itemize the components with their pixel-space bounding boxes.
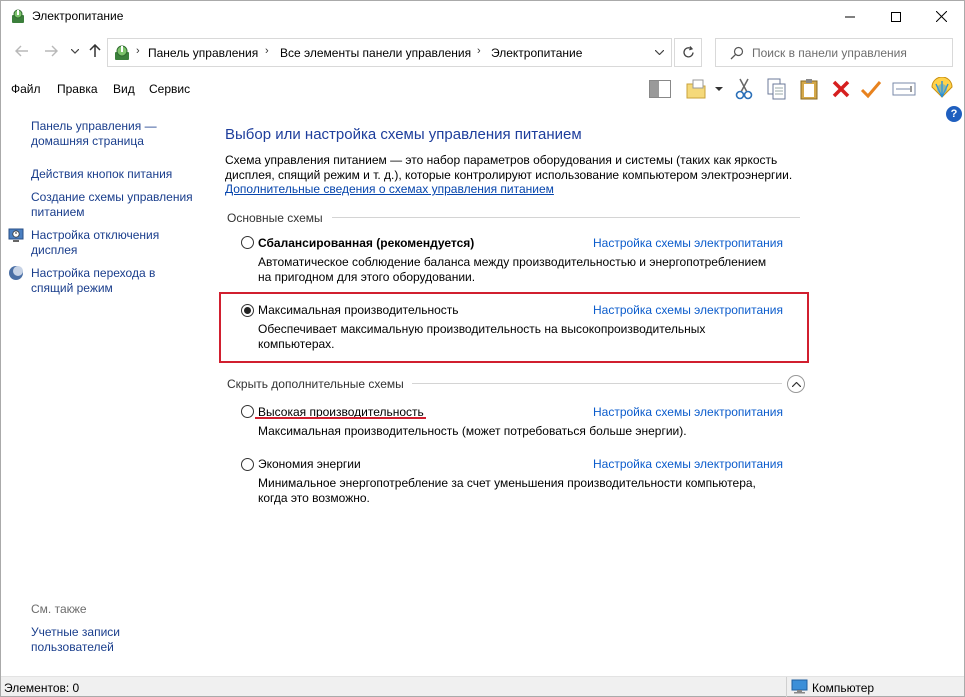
- plan-radio-high[interactable]: [241, 405, 254, 418]
- arrow-up-icon: [89, 44, 101, 57]
- breadcrumb-separator[interactable]: ›: [477, 45, 481, 57]
- configure-plan-link-high[interactable]: Настройка схемы электропитания: [593, 405, 783, 419]
- recent-locations-button[interactable]: [65, 41, 85, 61]
- copy-icon: [767, 78, 786, 100]
- chevron-down-icon: [715, 86, 723, 91]
- refresh-icon: [682, 46, 694, 58]
- shell-icon: [931, 77, 953, 98]
- forward-button[interactable]: [41, 41, 61, 61]
- group-divider: [332, 217, 800, 218]
- close-button[interactable]: [918, 1, 964, 32]
- minimize-button[interactable]: [827, 1, 873, 32]
- plan-radio-ultimate[interactable]: [241, 304, 254, 317]
- maximize-button[interactable]: [873, 1, 919, 32]
- window-title: Электропитание: [32, 9, 124, 23]
- plan-radio-power-saver[interactable]: [241, 458, 254, 471]
- display-timeout-icon: [8, 228, 24, 242]
- control-panel-icon: [115, 45, 129, 60]
- sidebar-item-display-off[interactable]: Настройка отключения дисплея: [31, 228, 196, 258]
- power-options-icon: [12, 9, 24, 23]
- breadcrumb-power-options[interactable]: Электропитание: [491, 46, 582, 60]
- menu-tools[interactable]: Сервис: [149, 82, 190, 96]
- plan-radio-balanced[interactable]: [241, 236, 254, 249]
- menu-view[interactable]: Вид: [113, 82, 135, 96]
- group-heading-main: Основные схемы: [227, 211, 323, 225]
- breadcrumb-separator[interactable]: ›: [265, 45, 269, 57]
- properties-button[interactable]: [859, 77, 883, 101]
- plan-name-power-saver[interactable]: Экономия энергии: [258, 457, 361, 471]
- sidebar-item-sleep[interactable]: Настройка перехода в спящий режим: [31, 266, 196, 296]
- menu-edit[interactable]: Правка: [57, 82, 98, 96]
- new-folder-button[interactable]: [684, 77, 708, 101]
- sidebar-home-link[interactable]: Панель управления — домашняя страница: [31, 119, 201, 149]
- preview-pane-button[interactable]: [648, 77, 672, 101]
- paste-button[interactable]: [797, 77, 821, 101]
- breadcrumb-separator: ›: [136, 45, 140, 57]
- rename-button[interactable]: [892, 77, 916, 101]
- more-info-link[interactable]: Дополнительные сведения о схемах управле…: [225, 182, 554, 196]
- breadcrumb-control-panel[interactable]: Панель управления: [148, 46, 258, 60]
- group-divider: [412, 383, 782, 384]
- items-count: Элементов: 0: [4, 681, 80, 695]
- address-dropdown-button[interactable]: [646, 38, 672, 67]
- computer-label: Компьютер: [812, 681, 875, 695]
- plan-desc-high: Максимальная производительность (может п…: [258, 424, 687, 438]
- maximize-icon: [891, 11, 901, 22]
- arrow-right-icon: [45, 45, 58, 57]
- search-icon: [730, 46, 744, 60]
- layout-icon: [649, 80, 671, 98]
- plan-name-balanced[interactable]: Сбалансированная (рекомендуется): [258, 236, 474, 250]
- status-bar: Элементов: 0 Компьютер: [1, 676, 964, 697]
- see-also-heading: См. также: [31, 602, 87, 616]
- plan-desc-balanced: Автоматическое соблюдение баланса между …: [258, 255, 767, 284]
- configure-plan-link-ultimate[interactable]: Настройка схемы электропитания: [593, 303, 783, 317]
- refresh-button[interactable]: [674, 38, 702, 67]
- search-input[interactable]: [752, 44, 947, 62]
- cut-button[interactable]: [732, 77, 756, 101]
- collapse-button[interactable]: [787, 375, 805, 393]
- page-title: Выбор или настройка схемы управления пит…: [225, 126, 582, 143]
- up-button[interactable]: [85, 41, 105, 61]
- menu-file[interactable]: Файл: [11, 82, 41, 96]
- delete-x-icon: [832, 80, 850, 98]
- sidebar-user-accounts-link[interactable]: Учетные записи пользователей: [31, 625, 151, 655]
- page-description: Схема управления питанием — это набор па…: [225, 153, 793, 182]
- arrow-left-icon: [15, 45, 28, 57]
- plan-name-ultimate[interactable]: Максимальная производительность: [258, 303, 459, 317]
- folder-dropdown-button[interactable]: [712, 77, 726, 101]
- rename-icon: [892, 82, 916, 96]
- red-underline-annotation: [255, 417, 426, 419]
- clipboard-icon: [800, 79, 818, 100]
- search-box[interactable]: [715, 38, 953, 67]
- minimize-icon: [845, 16, 855, 17]
- sidebar-item-power-buttons[interactable]: Действия кнопок питания: [31, 167, 201, 182]
- checkmark-icon: [860, 81, 882, 99]
- chevron-down-icon: [654, 50, 664, 55]
- folder-icon: [686, 79, 706, 99]
- delete-button[interactable]: [829, 77, 853, 101]
- computer-icon: [791, 679, 808, 694]
- shell-button[interactable]: [930, 77, 954, 101]
- sidebar-item-create-plan[interactable]: Создание схемы управления питанием: [31, 190, 196, 220]
- chevron-down-icon: [71, 48, 79, 54]
- chevron-up-icon: [791, 381, 801, 387]
- plan-desc-power-saver: Минимальное энергопотребление за счет ум…: [258, 476, 756, 505]
- group-heading-hidden[interactable]: Скрыть дополнительные схемы: [227, 377, 404, 391]
- sleep-moon-icon: [9, 266, 23, 280]
- address-row: › Панель управления › Все элементы панел…: [1, 35, 964, 67]
- copy-button[interactable]: [765, 77, 789, 101]
- configure-plan-link-balanced[interactable]: Настройка схемы электропитания: [593, 236, 783, 250]
- control-panel-window: Электропитание › Панель управления › Все…: [0, 0, 965, 697]
- scissors-icon: [735, 78, 753, 100]
- breadcrumb-all-items[interactable]: Все элементы панели управления: [280, 46, 471, 60]
- configure-plan-link-power-saver[interactable]: Настройка схемы электропитания: [593, 457, 783, 471]
- back-button[interactable]: [12, 41, 32, 61]
- title-bar: Электропитание: [1, 1, 964, 32]
- address-bar[interactable]: › Панель управления › Все элементы панел…: [107, 38, 672, 67]
- menu-bar: Файл Правка Вид Сервис: [1, 73, 964, 105]
- close-icon: [935, 11, 947, 22]
- help-icon[interactable]: ?: [946, 106, 962, 122]
- status-divider: [786, 677, 787, 697]
- plan-desc-ultimate: Обеспечивает максимальную производительн…: [258, 322, 706, 351]
